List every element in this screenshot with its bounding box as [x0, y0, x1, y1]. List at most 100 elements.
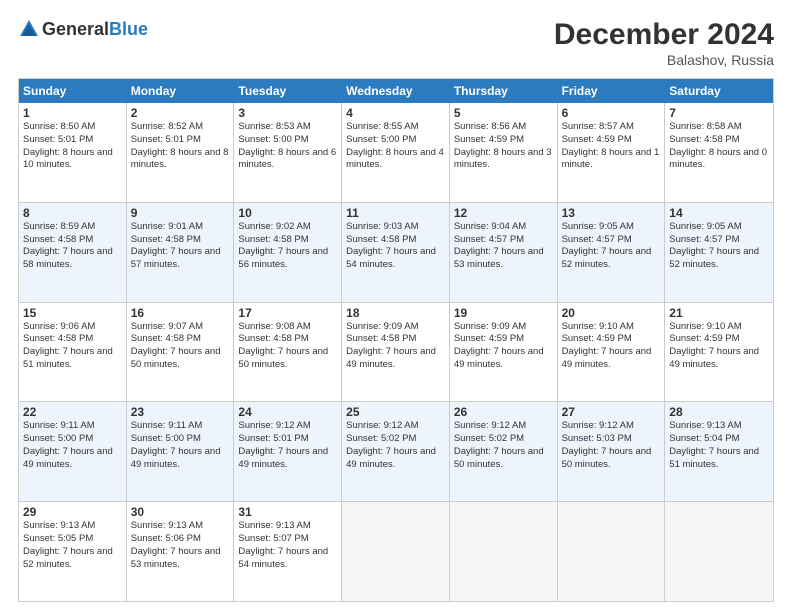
day-21: 21 Sunrise: 9:10 AMSunset: 4:59 PMDaylig… — [665, 303, 773, 402]
day-16: 16 Sunrise: 9:07 AMSunset: 4:58 PMDaylig… — [127, 303, 235, 402]
week-row-1: 1 Sunrise: 8:50 AMSunset: 5:01 PMDayligh… — [19, 103, 773, 203]
day-9: 9 Sunrise: 9:01 AMSunset: 4:58 PMDayligh… — [127, 203, 235, 302]
sun-info: Sunrise: 8:52 AMSunset: 5:01 PMDaylight:… — [131, 121, 229, 170]
day-14: 14 Sunrise: 9:05 AMSunset: 4:57 PMDaylig… — [665, 203, 773, 302]
logo: GeneralBlue — [18, 18, 148, 40]
title-block: December 2024 Balashov, Russia — [554, 18, 774, 68]
sun-info: Sunrise: 9:09 AMSunset: 4:59 PMDaylight:… — [454, 321, 544, 370]
header-tuesday: Tuesday — [234, 79, 342, 103]
day-number: 25 — [346, 405, 445, 419]
day-11: 11 Sunrise: 9:03 AMSunset: 4:58 PMDaylig… — [342, 203, 450, 302]
day-number: 12 — [454, 206, 553, 220]
day-number: 1 — [23, 106, 122, 120]
header-sunday: Sunday — [19, 79, 127, 103]
day-number: 16 — [131, 306, 230, 320]
day-number: 19 — [454, 306, 553, 320]
logo-blue: Blue — [109, 19, 148, 40]
day-number: 31 — [238, 505, 337, 519]
sun-info: Sunrise: 8:59 AMSunset: 4:58 PMDaylight:… — [23, 221, 113, 270]
sun-info: Sunrise: 9:11 AMSunset: 5:00 PMDaylight:… — [131, 420, 221, 469]
sun-info: Sunrise: 8:53 AMSunset: 5:00 PMDaylight:… — [238, 121, 336, 170]
week-row-2: 8 Sunrise: 8:59 AMSunset: 4:58 PMDayligh… — [19, 203, 773, 303]
day-number: 28 — [669, 405, 769, 419]
day-number: 17 — [238, 306, 337, 320]
day-19: 19 Sunrise: 9:09 AMSunset: 4:59 PMDaylig… — [450, 303, 558, 402]
day-number: 7 — [669, 106, 769, 120]
calendar-body: 1 Sunrise: 8:50 AMSunset: 5:01 PMDayligh… — [19, 103, 773, 601]
day-28: 28 Sunrise: 9:13 AMSunset: 5:04 PMDaylig… — [665, 402, 773, 501]
sun-info: Sunrise: 8:58 AMSunset: 4:58 PMDaylight:… — [669, 121, 767, 170]
day-number: 22 — [23, 405, 122, 419]
day-26: 26 Sunrise: 9:12 AMSunset: 5:02 PMDaylig… — [450, 402, 558, 501]
page-header: GeneralBlue December 2024 Balashov, Russ… — [18, 18, 774, 68]
day-17: 17 Sunrise: 9:08 AMSunset: 4:58 PMDaylig… — [234, 303, 342, 402]
sun-info: Sunrise: 8:56 AMSunset: 4:59 PMDaylight:… — [454, 121, 552, 170]
header-thursday: Thursday — [450, 79, 558, 103]
day-20: 20 Sunrise: 9:10 AMSunset: 4:59 PMDaylig… — [558, 303, 666, 402]
sun-info: Sunrise: 9:13 AMSunset: 5:04 PMDaylight:… — [669, 420, 759, 469]
day-8: 8 Sunrise: 8:59 AMSunset: 4:58 PMDayligh… — [19, 203, 127, 302]
sun-info: Sunrise: 9:13 AMSunset: 5:05 PMDaylight:… — [23, 520, 113, 569]
day-2: 2 Sunrise: 8:52 AMSunset: 5:01 PMDayligh… — [127, 103, 235, 202]
day-12: 12 Sunrise: 9:04 AMSunset: 4:57 PMDaylig… — [450, 203, 558, 302]
day-30: 30 Sunrise: 9:13 AMSunset: 5:06 PMDaylig… — [127, 502, 235, 601]
day-number: 6 — [562, 106, 661, 120]
day-number: 4 — [346, 106, 445, 120]
sun-info: Sunrise: 9:11 AMSunset: 5:00 PMDaylight:… — [23, 420, 113, 469]
location: Balashov, Russia — [554, 52, 774, 68]
day-number: 29 — [23, 505, 122, 519]
day-number: 24 — [238, 405, 337, 419]
day-29: 29 Sunrise: 9:13 AMSunset: 5:05 PMDaylig… — [19, 502, 127, 601]
sun-info: Sunrise: 9:03 AMSunset: 4:58 PMDaylight:… — [346, 221, 436, 270]
day-number: 15 — [23, 306, 122, 320]
header-saturday: Saturday — [665, 79, 773, 103]
day-empty-3 — [558, 502, 666, 601]
day-number: 20 — [562, 306, 661, 320]
sun-info: Sunrise: 9:13 AMSunset: 5:06 PMDaylight:… — [131, 520, 221, 569]
day-25: 25 Sunrise: 9:12 AMSunset: 5:02 PMDaylig… — [342, 402, 450, 501]
calendar-header: Sunday Monday Tuesday Wednesday Thursday… — [19, 79, 773, 103]
day-31: 31 Sunrise: 9:13 AMSunset: 5:07 PMDaylig… — [234, 502, 342, 601]
day-number: 21 — [669, 306, 769, 320]
sun-info: Sunrise: 9:07 AMSunset: 4:58 PMDaylight:… — [131, 321, 221, 370]
day-24: 24 Sunrise: 9:12 AMSunset: 5:01 PMDaylig… — [234, 402, 342, 501]
sun-info: Sunrise: 8:57 AMSunset: 4:59 PMDaylight:… — [562, 121, 660, 170]
day-empty-2 — [450, 502, 558, 601]
day-7: 7 Sunrise: 8:58 AMSunset: 4:58 PMDayligh… — [665, 103, 773, 202]
logo-general: General — [42, 19, 109, 40]
sun-info: Sunrise: 9:05 AMSunset: 4:57 PMDaylight:… — [669, 221, 759, 270]
sun-info: Sunrise: 9:12 AMSunset: 5:02 PMDaylight:… — [454, 420, 544, 469]
day-10: 10 Sunrise: 9:02 AMSunset: 4:58 PMDaylig… — [234, 203, 342, 302]
day-1: 1 Sunrise: 8:50 AMSunset: 5:01 PMDayligh… — [19, 103, 127, 202]
calendar: Sunday Monday Tuesday Wednesday Thursday… — [18, 78, 774, 602]
day-6: 6 Sunrise: 8:57 AMSunset: 4:59 PMDayligh… — [558, 103, 666, 202]
sun-info: Sunrise: 9:04 AMSunset: 4:57 PMDaylight:… — [454, 221, 544, 270]
day-4: 4 Sunrise: 8:55 AMSunset: 5:00 PMDayligh… — [342, 103, 450, 202]
sun-info: Sunrise: 9:12 AMSunset: 5:03 PMDaylight:… — [562, 420, 652, 469]
sun-info: Sunrise: 9:12 AMSunset: 5:01 PMDaylight:… — [238, 420, 328, 469]
sun-info: Sunrise: 9:13 AMSunset: 5:07 PMDaylight:… — [238, 520, 328, 569]
day-number: 14 — [669, 206, 769, 220]
day-number: 30 — [131, 505, 230, 519]
day-number: 10 — [238, 206, 337, 220]
day-3: 3 Sunrise: 8:53 AMSunset: 5:00 PMDayligh… — [234, 103, 342, 202]
day-number: 3 — [238, 106, 337, 120]
sun-info: Sunrise: 9:01 AMSunset: 4:58 PMDaylight:… — [131, 221, 221, 270]
day-number: 9 — [131, 206, 230, 220]
day-5: 5 Sunrise: 8:56 AMSunset: 4:59 PMDayligh… — [450, 103, 558, 202]
day-number: 26 — [454, 405, 553, 419]
sun-info: Sunrise: 9:08 AMSunset: 4:58 PMDaylight:… — [238, 321, 328, 370]
day-22: 22 Sunrise: 9:11 AMSunset: 5:00 PMDaylig… — [19, 402, 127, 501]
day-13: 13 Sunrise: 9:05 AMSunset: 4:57 PMDaylig… — [558, 203, 666, 302]
day-number: 5 — [454, 106, 553, 120]
logo-icon — [18, 18, 40, 40]
day-empty-1 — [342, 502, 450, 601]
day-number: 18 — [346, 306, 445, 320]
day-empty-4 — [665, 502, 773, 601]
sun-info: Sunrise: 8:50 AMSunset: 5:01 PMDaylight:… — [23, 121, 113, 170]
day-number: 27 — [562, 405, 661, 419]
day-number: 11 — [346, 206, 445, 220]
week-row-3: 15 Sunrise: 9:06 AMSunset: 4:58 PMDaylig… — [19, 303, 773, 403]
sun-info: Sunrise: 9:10 AMSunset: 4:59 PMDaylight:… — [669, 321, 759, 370]
sun-info: Sunrise: 9:05 AMSunset: 4:57 PMDaylight:… — [562, 221, 652, 270]
